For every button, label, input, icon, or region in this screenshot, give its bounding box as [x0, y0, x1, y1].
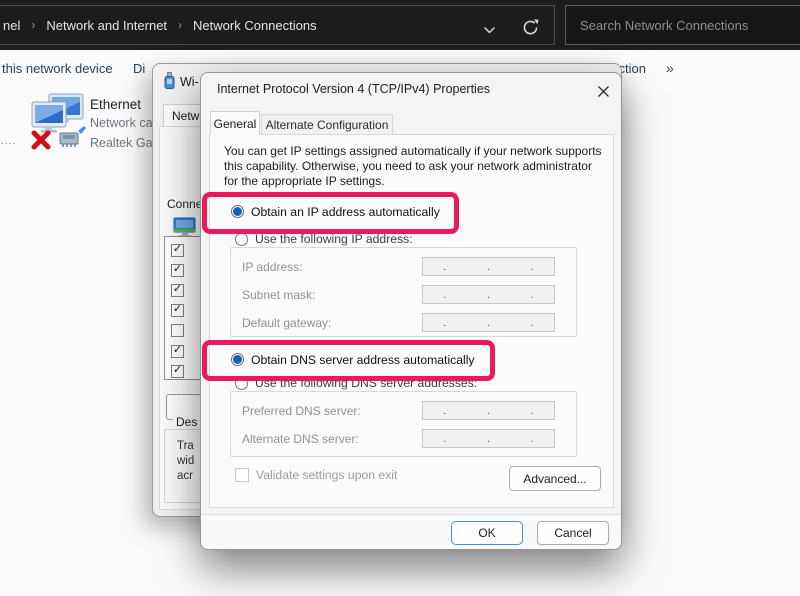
command-disable-device[interactable]: this network device	[2, 50, 113, 88]
radio-use-ip[interactable]	[235, 233, 248, 246]
radio-use-dns[interactable]	[235, 377, 248, 390]
cancel-button[interactable]: Cancel	[537, 521, 609, 545]
chevron-right-icon: ›	[20, 18, 46, 32]
connection-device: Realtek Ga	[90, 134, 152, 154]
description-label: Des	[173, 415, 200, 429]
ethernet-item[interactable]: Ethernet Network ca Realtek Ga	[90, 95, 152, 153]
connection-name: Ethernet	[90, 95, 152, 114]
default-gateway-field[interactable]	[422, 313, 555, 332]
subnet-mask-label: Subnet mask:	[242, 288, 315, 302]
wifi-adapter-icon	[163, 72, 176, 95]
radio-use-ip-label: Use the following IP address:	[255, 232, 417, 246]
radio-obtain-dns-label: Obtain DNS server address automatically	[251, 353, 475, 367]
radio-obtain-ip[interactable]	[231, 205, 244, 218]
connect-using-label: Conne	[167, 197, 202, 211]
checkbox-checked-icon[interactable]: ✓	[171, 345, 184, 358]
preferred-dns-field[interactable]	[422, 401, 555, 420]
validate-checkbox-label: Validate settings upon exit	[256, 468, 397, 482]
checkbox-unchecked-icon[interactable]	[171, 324, 184, 337]
explorer-topbar: nel › Network and Internet › Network Con…	[0, 0, 800, 50]
checkbox-checked-icon[interactable]: ✓	[171, 264, 184, 277]
breadcrumb-item-control-panel[interactable]: nel	[3, 18, 20, 33]
ethernet-adapter-icon[interactable]	[28, 93, 88, 156]
checkbox-checked-icon[interactable]: ✓	[171, 284, 184, 297]
validate-checkbox[interactable]	[235, 468, 249, 482]
chevron-right-icon: ›	[167, 18, 193, 32]
search-input[interactable]: Search Network Connections	[565, 5, 800, 45]
radio-obtain-dns[interactable]	[231, 353, 244, 366]
radio-use-dns-label: Use the following DNS server addresses:	[255, 376, 481, 390]
ip-address-field[interactable]	[422, 257, 555, 276]
subnet-mask-field[interactable]	[422, 285, 555, 304]
default-gateway-label: Default gateway:	[242, 316, 331, 330]
breadcrumb-item-network-and-internet[interactable]: Network and Internet	[46, 18, 167, 33]
toolbar-overflow-icon[interactable]: »	[666, 50, 674, 86]
advanced-button[interactable]: Advanced...	[509, 466, 601, 491]
breadcrumb: nel › Network and Internet › Network Con…	[0, 18, 317, 33]
checkbox-checked-icon[interactable]: ✓	[171, 304, 184, 317]
tab-alternate-configuration[interactable]: Alternate Configuration	[261, 114, 393, 135]
tab-general[interactable]: General	[210, 111, 260, 135]
intro-text: You can get IP settings assigned automat…	[224, 144, 602, 190]
preferred-dns-label: Preferred DNS server:	[242, 404, 361, 418]
radio-obtain-ip-label: Obtain an IP address automatically	[251, 205, 440, 219]
description-text: Tra wid acr	[177, 439, 194, 484]
command-diagnose-connection[interactable]: Di	[133, 50, 145, 88]
truncated-item-dots: ....	[1, 136, 16, 147]
close-icon[interactable]	[593, 81, 613, 101]
connection-status: Network ca	[90, 114, 152, 134]
address-bar[interactable]: nel › Network and Internet › Network Con…	[0, 5, 555, 45]
general-tab-panel: You can get IP settings assigned automat…	[209, 134, 614, 508]
checkbox-checked-icon[interactable]: ✓	[171, 244, 184, 257]
alternate-dns-field[interactable]	[422, 429, 555, 448]
checkbox-checked-icon[interactable]: ✓	[171, 365, 184, 378]
ipv4-properties-dialog: Internet Protocol Version 4 (TCP/IPv4) P…	[200, 72, 622, 550]
search-placeholder: Search Network Connections	[566, 18, 748, 33]
ip-address-label: IP address:	[242, 260, 302, 274]
wifi-dialog-title: Wi-	[180, 75, 199, 89]
refresh-icon[interactable]	[521, 18, 540, 42]
dialog-title: Internet Protocol Version 4 (TCP/IPv4) P…	[217, 82, 490, 96]
chevron-down-icon[interactable]	[483, 22, 496, 40]
breadcrumb-item-network-connections[interactable]: Network Connections	[193, 18, 317, 33]
ok-button[interactable]: OK	[451, 521, 523, 545]
network-connections-window: nel › Network and Internet › Network Con…	[0, 0, 800, 596]
alternate-dns-label: Alternate DNS server:	[242, 432, 359, 446]
